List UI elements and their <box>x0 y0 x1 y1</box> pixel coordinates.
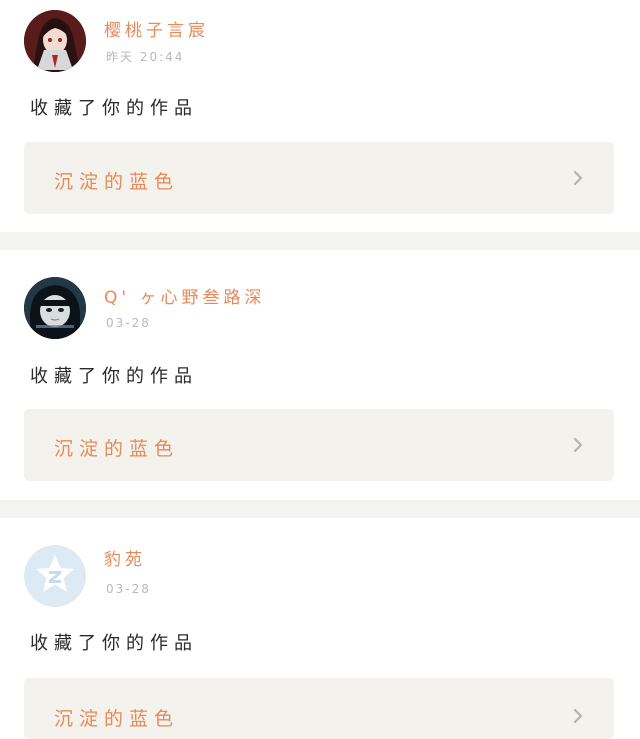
chevron-right-icon <box>570 708 586 724</box>
girl-photo-avatar-icon <box>24 277 86 339</box>
user-name[interactable]: 豹苑 <box>104 545 146 570</box>
work-link-card[interactable]: 沉淀的蓝色 <box>24 142 614 214</box>
user-name[interactable]: 樱桃子言宸 <box>104 16 209 41</box>
chevron-right-icon <box>570 437 586 453</box>
timestamp: 03-28 <box>106 316 151 330</box>
divider <box>0 500 640 518</box>
timestamp: 03-28 <box>106 582 151 596</box>
chevron-right-icon <box>570 170 586 186</box>
notification-feed: 樱桃子言宸 昨天 20:44 收藏了你的作品 沉淀的蓝色 Q' ヶ心野叁路深 0… <box>0 0 640 739</box>
notification-item: Q' ヶ心野叁路深 03-28 收藏了你的作品 沉淀的蓝色 <box>0 250 640 500</box>
action-text: 收藏了你的作品 <box>30 98 198 119</box>
work-link-card[interactable]: 沉淀的蓝色 <box>24 678 614 739</box>
avatar[interactable] <box>24 545 86 607</box>
action-text: 收藏了你的作品 <box>30 366 198 387</box>
user-name[interactable]: Q' ヶ心野叁路深 <box>104 283 265 308</box>
work-title: 沉淀的蓝色 <box>54 171 180 193</box>
action-text: 收藏了你的作品 <box>30 633 198 654</box>
notification-item: 豹苑 03-28 收藏了你的作品 沉淀的蓝色 <box>0 518 640 739</box>
work-title: 沉淀的蓝色 <box>54 708 180 730</box>
anime-girl-avatar-icon <box>24 10 86 72</box>
timestamp: 昨天 20:44 <box>106 50 185 64</box>
avatar[interactable] <box>24 277 86 339</box>
qq-default-avatar-icon <box>24 545 86 607</box>
divider <box>0 232 640 250</box>
work-link-card[interactable]: 沉淀的蓝色 <box>24 409 614 481</box>
avatar[interactable] <box>24 10 86 72</box>
work-title: 沉淀的蓝色 <box>54 438 180 460</box>
notification-item: 樱桃子言宸 昨天 20:44 收藏了你的作品 沉淀的蓝色 <box>0 0 640 232</box>
